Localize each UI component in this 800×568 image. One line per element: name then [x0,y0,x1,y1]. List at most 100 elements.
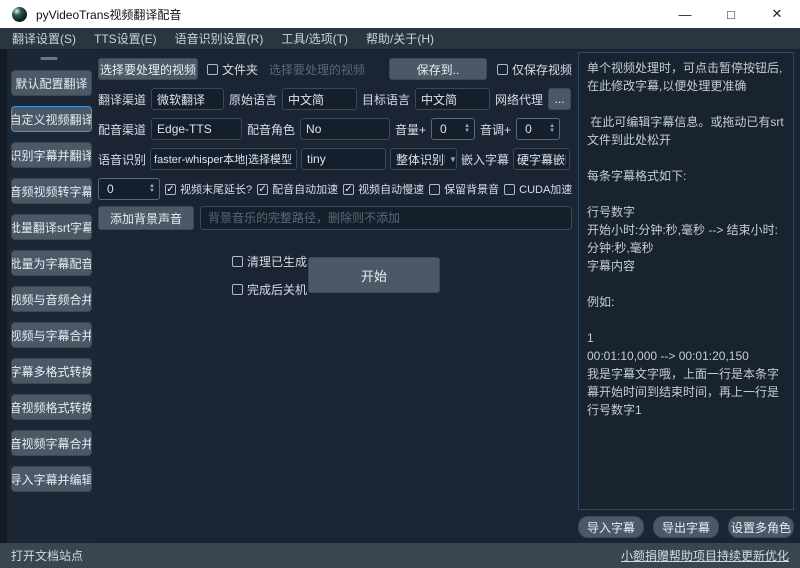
sidebar-scrollbar[interactable] [0,50,7,543]
keep-background-audio-checkbox-box[interactable] [429,184,440,195]
model-select[interactable]: tiny [301,148,386,170]
drag-handle[interactable] [41,57,58,60]
export-subtitle-button[interactable]: 导出字幕 [653,516,719,538]
spinner-arrows-icon[interactable]: ▲▼ [149,184,155,194]
dubbing-row: 配音渠道 Edge-TTS 配音角色 No 音量+ 0 ▲▼ 音调+ 0 ▲▼ [98,118,572,140]
open-docs-link[interactable]: 打开文档站点 [11,547,83,564]
spinner-arrows-icon[interactable]: ▲▼ [464,124,470,134]
window-controls: — □ ✕ [662,0,800,28]
volume-spinner[interactable]: 0 ▲▼ [431,118,475,140]
app-icon [12,7,27,22]
cuda-acceleration-checkbox[interactable]: CUDA加速 [504,181,572,197]
select-video-button[interactable]: 选择要处理的视频 [98,58,198,80]
subtitle-editor[interactable]: 单个视频处理时，可点击暂停按钮后,在此修改字幕,以便处理更准确 在此可编辑字幕信… [578,52,794,510]
bgm-row: 添加背景声音 [98,205,572,231]
embed-subtitle-select[interactable]: 硬字幕嵌 ▼ [513,148,570,170]
speech-recognition-label: 语音识别 [98,151,146,168]
voice-role-label: 配音角色 [247,121,295,138]
proxy-button[interactable]: ... [548,88,571,110]
sidebar-item-import-subtitle-edit[interactable]: 导入字幕并编辑 [11,466,92,492]
video-auto-slowdown-checkbox-box[interactable] [343,184,354,195]
menu-item-tools-options[interactable]: 工具/选项(T) [272,28,357,49]
menu-bar: 翻译设置(S) TTS设置(E) 语音识别设置(R) 工具/选项(T) 帮助/关… [0,28,800,50]
proxy-label: 网络代理 [495,91,543,108]
extend-video-checkbox[interactable]: 视频末尾延长? [165,181,252,197]
sidebar-item-custom-video-translate[interactable]: 自定义视频翻译 [11,106,92,132]
start-row: 清理已生成 完成后关机 开始 [98,255,572,295]
main-form: 选择要处理的视频 文件夹 选择要处理的视频 保存到.. 仅保存视频 翻译渠道 微… [98,50,572,543]
sidebar-item-default-config-translate[interactable]: 默认配置翻译 [11,70,92,96]
dubbing-auto-speedup-checkbox[interactable]: 配音自动加速 [257,181,338,197]
sidebar-item-batch-dub-subtitle[interactable]: 批量为字幕配音 [11,250,92,276]
target-language-select[interactable]: 中文简 [415,88,490,110]
options-row: 0 ▲▼ 视频末尾延长? 配音自动加速 视频自动慢速 保留背景音 CUDA [98,178,572,200]
shutdown-after-done-checkbox[interactable]: 完成后关机 [232,281,307,298]
minimize-button[interactable]: — [662,0,708,28]
speech-recognition-select[interactable]: faster-whisper本地|选择模型 [150,148,297,170]
clear-generated-checkbox[interactable]: 清理已生成 [232,253,307,270]
window-title: pyVideoTrans视频翻译配音 [36,6,181,23]
sidebar-list: 默认配置翻译 自定义视频翻译 识别字幕并翻译 音频视频转字幕 批量翻译srt字幕… [11,70,92,492]
dubbing-auto-speedup-checkbox-box[interactable] [257,184,268,195]
set-multi-role-button[interactable]: 设置多角色 [728,516,794,538]
dubbing-channel-label: 配音渠道 [98,121,146,138]
sidebar-item-merge-video-audio[interactable]: 视频与音频合并 [11,286,92,312]
sidebar-item-merge-video-subtitle[interactable]: 视频与字幕合并 [11,322,92,348]
menu-item-tts-settings[interactable]: TTS设置(E) [85,28,166,49]
subtitle-panel-buttons: 导入字幕 导出字幕 设置多角色 [578,516,794,538]
maximize-button[interactable]: □ [708,0,754,28]
donate-link[interactable]: 小额捐赠帮助项目持续更新优化 [621,547,789,564]
cuda-acceleration-checkbox-box[interactable] [504,184,515,195]
recognition-row: 语音识别 faster-whisper本地|选择模型 tiny 整体识别 ▼ 嵌… [98,148,572,170]
translate-channel-label: 翻译渠道 [98,91,146,108]
source-language-label: 原始语言 [229,91,277,108]
menu-item-help-about[interactable]: 帮助/关于(H) [357,28,443,49]
import-subtitle-button[interactable]: 导入字幕 [578,516,644,538]
folder-checkbox-label: 文件夹 [222,61,258,78]
keep-background-audio-checkbox[interactable]: 保留背景音 [429,181,499,197]
close-button[interactable]: ✕ [754,0,800,28]
only-save-video-checkbox[interactable]: 仅保存视频 [497,61,572,78]
voice-role-select[interactable]: No [300,118,390,140]
sidebar-item-subtitle-format-convert[interactable]: 字幕多格式转换 [11,358,92,384]
embed-subtitle-label: 嵌入字幕 [461,151,509,168]
pitch-label: 音调+ [480,121,511,138]
only-save-video-checkbox-label: 仅保存视频 [512,61,572,78]
start-button[interactable]: 开始 [308,257,440,293]
chevron-down-icon: ▼ [444,155,457,164]
add-bgm-button[interactable]: 添加背景声音 [98,206,194,230]
translate-channel-select[interactable]: 微软翻译 [151,88,224,110]
sidebar-item-audio-video-to-subtitle[interactable]: 音频视频转字幕 [11,178,92,204]
status-bar: 打开文档站点 小额捐赠帮助项目持续更新优化 [0,543,800,568]
chevron-down-icon: ▼ [565,155,570,164]
video-select-row: 选择要处理的视频 文件夹 选择要处理的视频 保存到.. 仅保存视频 [98,58,572,80]
dubbing-channel-select[interactable]: Edge-TTS [151,118,242,140]
extend-seconds-spinner[interactable]: 0 ▲▼ [98,178,160,200]
clear-generated-checkbox-box[interactable] [232,256,243,267]
translate-row: 翻译渠道 微软翻译 原始语言 中文简 目标语言 中文简 网络代理 ... [98,88,572,110]
sidebar-item-recognize-subtitle-translate[interactable]: 识别字幕并翻译 [11,142,92,168]
target-language-label: 目标语言 [362,91,410,108]
pitch-spinner[interactable]: 0 ▲▼ [516,118,560,140]
sidebar-item-av-format-convert[interactable]: 音视频格式转换 [11,394,92,420]
menu-item-speech-recognition-settings[interactable]: 语音识别设置(R) [166,28,273,49]
folder-checkbox[interactable]: 文件夹 [207,61,258,78]
title-bar: pyVideoTrans视频翻译配音 — □ ✕ [0,0,800,28]
source-language-select[interactable]: 中文简 [282,88,357,110]
extend-video-checkbox-box[interactable] [165,184,176,195]
spinner-arrows-icon[interactable]: ▲▼ [549,124,555,134]
folder-checkbox-box[interactable] [207,64,218,75]
shutdown-after-done-checkbox-box[interactable] [232,284,243,295]
video-auto-slowdown-checkbox[interactable]: 视频自动慢速 [343,181,424,197]
volume-label: 音量+ [395,121,426,138]
only-save-video-checkbox-box[interactable] [497,64,508,75]
sidebar-item-av-subtitle-merge[interactable]: 音视频字幕合并 [11,430,92,456]
save-to-button[interactable]: 保存到.. [389,58,487,80]
start-options: 清理已生成 完成后关机 [232,253,307,298]
video-path-hint: 选择要处理的视频 [269,61,389,78]
recognition-mode-select[interactable]: 整体识别 ▼ [390,148,457,170]
sidebar: 默认配置翻译 自定义视频翻译 识别字幕并翻译 音频视频转字幕 批量翻译srt字幕… [0,50,95,543]
bgm-path-input[interactable] [200,206,572,230]
menu-item-translate-settings[interactable]: 翻译设置(S) [3,28,85,49]
sidebar-item-batch-translate-srt[interactable]: 批量翻译srt字幕 [11,214,92,240]
